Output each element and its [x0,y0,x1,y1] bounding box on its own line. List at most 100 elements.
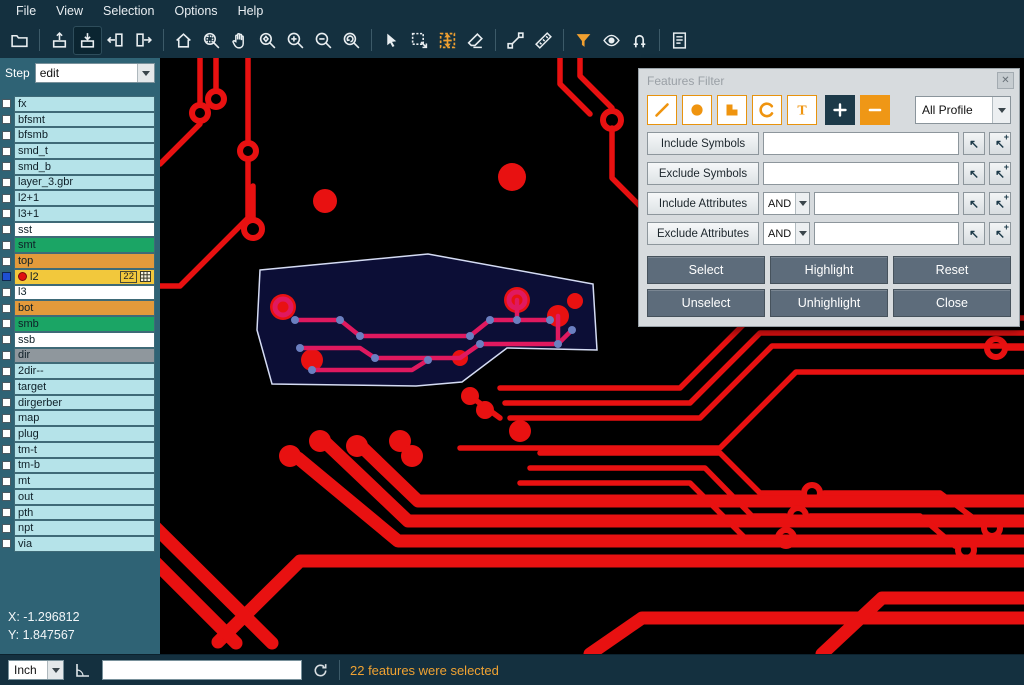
layer-checkbox[interactable] [2,178,11,187]
layer-name[interactable]: target [14,379,155,395]
text-tool-button[interactable]: T [787,95,817,125]
layer-row[interactable]: plug [0,426,160,442]
layer-row[interactable]: 2dir-- [0,363,160,379]
measure-point-icon[interactable] [502,27,529,54]
pick-add-attribute-icon[interactable]: ↖+ [989,192,1011,215]
layer-row[interactable]: l2+1 [0,190,160,206]
menu-view[interactable]: View [46,2,93,20]
layer-name[interactable]: top [14,253,155,269]
zoom-select-icon[interactable] [254,27,281,54]
layer-name[interactable]: mt [14,473,155,489]
select-area-icon[interactable] [406,27,433,54]
close-button[interactable]: Close [893,289,1011,317]
layer-name[interactable]: l3+1 [14,206,155,222]
layer-row-active[interactable]: l2 22 [0,269,160,285]
layer-name[interactable]: dirgerber [14,395,155,411]
pick-add-attribute-icon[interactable]: ↖+ [989,222,1011,245]
layer-checkbox[interactable] [2,319,11,328]
menu-file[interactable]: File [6,2,46,20]
previous-step-icon[interactable] [102,27,129,54]
layer-name[interactable]: l2 22 [14,269,155,285]
layer-checkbox[interactable] [2,257,11,266]
layer-row[interactable]: smb [0,316,160,332]
chevron-down-icon[interactable] [47,661,63,679]
arc-tool-button[interactable] [752,95,782,125]
measure-ruler-icon[interactable] [530,27,557,54]
layer-checkbox[interactable] [2,272,11,281]
layer-name[interactable]: smt [14,237,155,253]
snap-icon[interactable] [626,27,653,54]
unselect-button[interactable]: Unselect [647,289,765,317]
close-icon[interactable]: ✕ [997,72,1014,89]
exclude-attributes-input[interactable] [814,222,959,245]
layer-checkbox[interactable] [2,539,11,548]
unhighlight-button[interactable]: Unhighlight [770,289,888,317]
layer-row[interactable]: sst [0,222,160,238]
layer-checkbox[interactable] [2,131,11,140]
zoom-in-icon[interactable] [282,27,309,54]
layer-name[interactable]: 2dir-- [14,363,155,379]
next-step-icon[interactable] [130,27,157,54]
include-attributes-input[interactable] [814,192,959,215]
exclude-symbols-input[interactable] [763,162,959,185]
layer-row[interactable]: npt [0,520,160,536]
layer-checkbox[interactable] [2,492,11,501]
layer-name[interactable]: npt [14,520,155,536]
chevron-down-icon[interactable] [795,193,809,214]
pad-tool-button[interactable] [682,95,712,125]
profile-combobox[interactable]: All Profile [915,96,1011,124]
layer-name[interactable]: smb [14,316,155,332]
zoom-window-icon[interactable] [198,27,225,54]
import-icon[interactable] [74,27,101,54]
layer-row[interactable]: l3 [0,285,160,301]
menu-selection[interactable]: Selection [93,2,164,20]
layer-checkbox[interactable] [2,115,11,124]
layer-checkbox[interactable] [2,508,11,517]
layer-checkbox[interactable] [2,351,11,360]
include-symbols-button[interactable]: Include Symbols [647,132,759,155]
layer-name[interactable]: smd_t [14,143,155,159]
layer-row[interactable]: out [0,489,160,505]
layer-name[interactable]: via [14,536,155,552]
features-filter-icon[interactable] [570,27,597,54]
layer-row[interactable]: bfsmb [0,127,160,143]
layer-checkbox[interactable] [2,477,11,486]
layer-row[interactable]: mt [0,473,160,489]
layer-checkbox[interactable] [2,414,11,423]
include-attributes-button[interactable]: Include Attributes [647,192,759,215]
command-input[interactable] [102,660,302,680]
layer-checkbox[interactable] [2,382,11,391]
select-button[interactable]: Select [647,256,765,284]
dialog-titlebar[interactable]: Features Filter ✕ [647,69,1011,93]
remove-filter-button[interactable] [860,95,890,125]
layer-checkbox[interactable] [2,241,11,250]
layer-row[interactable]: dir [0,348,160,364]
pick-add-symbol-icon[interactable]: ↖+ [989,162,1011,185]
chevron-down-icon[interactable] [992,97,1010,123]
reset-button[interactable]: Reset [893,256,1011,284]
line-tool-button[interactable] [647,95,677,125]
visibility-icon[interactable] [598,27,625,54]
layer-row[interactable]: ssb [0,332,160,348]
layer-checkbox[interactable] [2,225,11,234]
exclude-attributes-button[interactable]: Exclude Attributes [647,222,759,245]
pick-add-symbol-icon[interactable]: ↖+ [989,132,1011,155]
menu-help[interactable]: Help [228,2,274,20]
layer-row[interactable]: bot [0,300,160,316]
layer-checkbox[interactable] [2,445,11,454]
select-pointer-icon[interactable] [378,27,405,54]
exclude-symbols-button[interactable]: Exclude Symbols [647,162,759,185]
select-reference-icon[interactable] [434,27,461,54]
clear-selection-icon[interactable] [462,27,489,54]
zoom-previous-icon[interactable] [338,27,365,54]
layer-row[interactable]: tm-b [0,458,160,474]
layer-name[interactable]: ssb [14,332,155,348]
layer-checkbox[interactable] [2,461,11,470]
layer-checkbox[interactable] [2,398,11,407]
layer-name[interactable]: bfsmb [14,127,155,143]
layer-row[interactable]: top [0,253,160,269]
highlight-button[interactable]: Highlight [770,256,888,284]
angle-measure-icon[interactable] [74,661,92,679]
pick-symbol-icon[interactable]: ↖ [963,132,985,155]
layer-name[interactable]: out [14,489,155,505]
